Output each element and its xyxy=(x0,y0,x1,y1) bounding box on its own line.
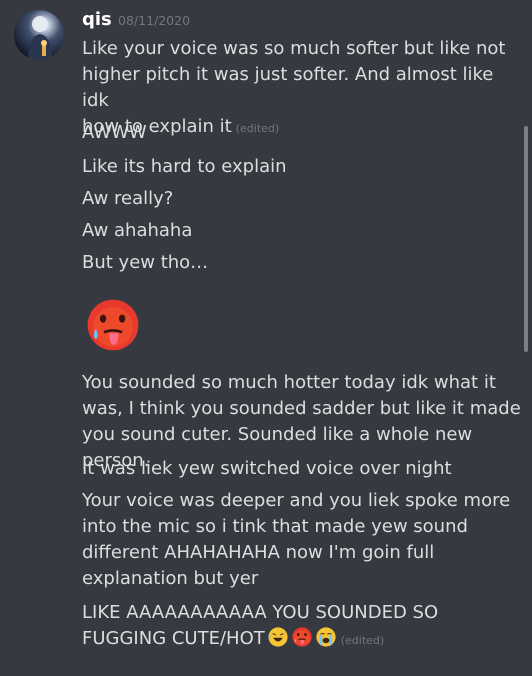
username[interactable]: qis xyxy=(82,9,112,31)
message-text: LIKE AAAAAAAAAAA YOU SOUNDED SO FUGGING … xyxy=(82,602,439,649)
chat-message: Your voice was deeper and you liek spoke… xyxy=(82,490,511,589)
chat-message: LIKE AAAAAAAAAAA YOU SOUNDED SO FUGGING … xyxy=(82,600,522,654)
avatar[interactable] xyxy=(14,10,64,60)
loudly-crying-icon xyxy=(315,626,337,648)
scrollbar[interactable] xyxy=(524,126,528,352)
chat-message: Aw really? xyxy=(82,188,174,209)
hot-face-icon xyxy=(291,626,313,648)
timestamp: 08/11/2020 xyxy=(118,13,191,28)
edited-tag: (edited) xyxy=(340,634,385,647)
hot-face-icon xyxy=(84,296,142,354)
rolling-on-floor-laughing-icon xyxy=(267,626,289,648)
chat-message: But yew tho… xyxy=(82,252,209,273)
chat-message: It was liek yew switched voice over nigh… xyxy=(82,458,452,479)
chat-message: AWWW xyxy=(82,122,147,143)
chat-message: Like its hard to explain xyxy=(82,156,287,177)
chat-message: Aw ahahaha xyxy=(82,220,193,241)
